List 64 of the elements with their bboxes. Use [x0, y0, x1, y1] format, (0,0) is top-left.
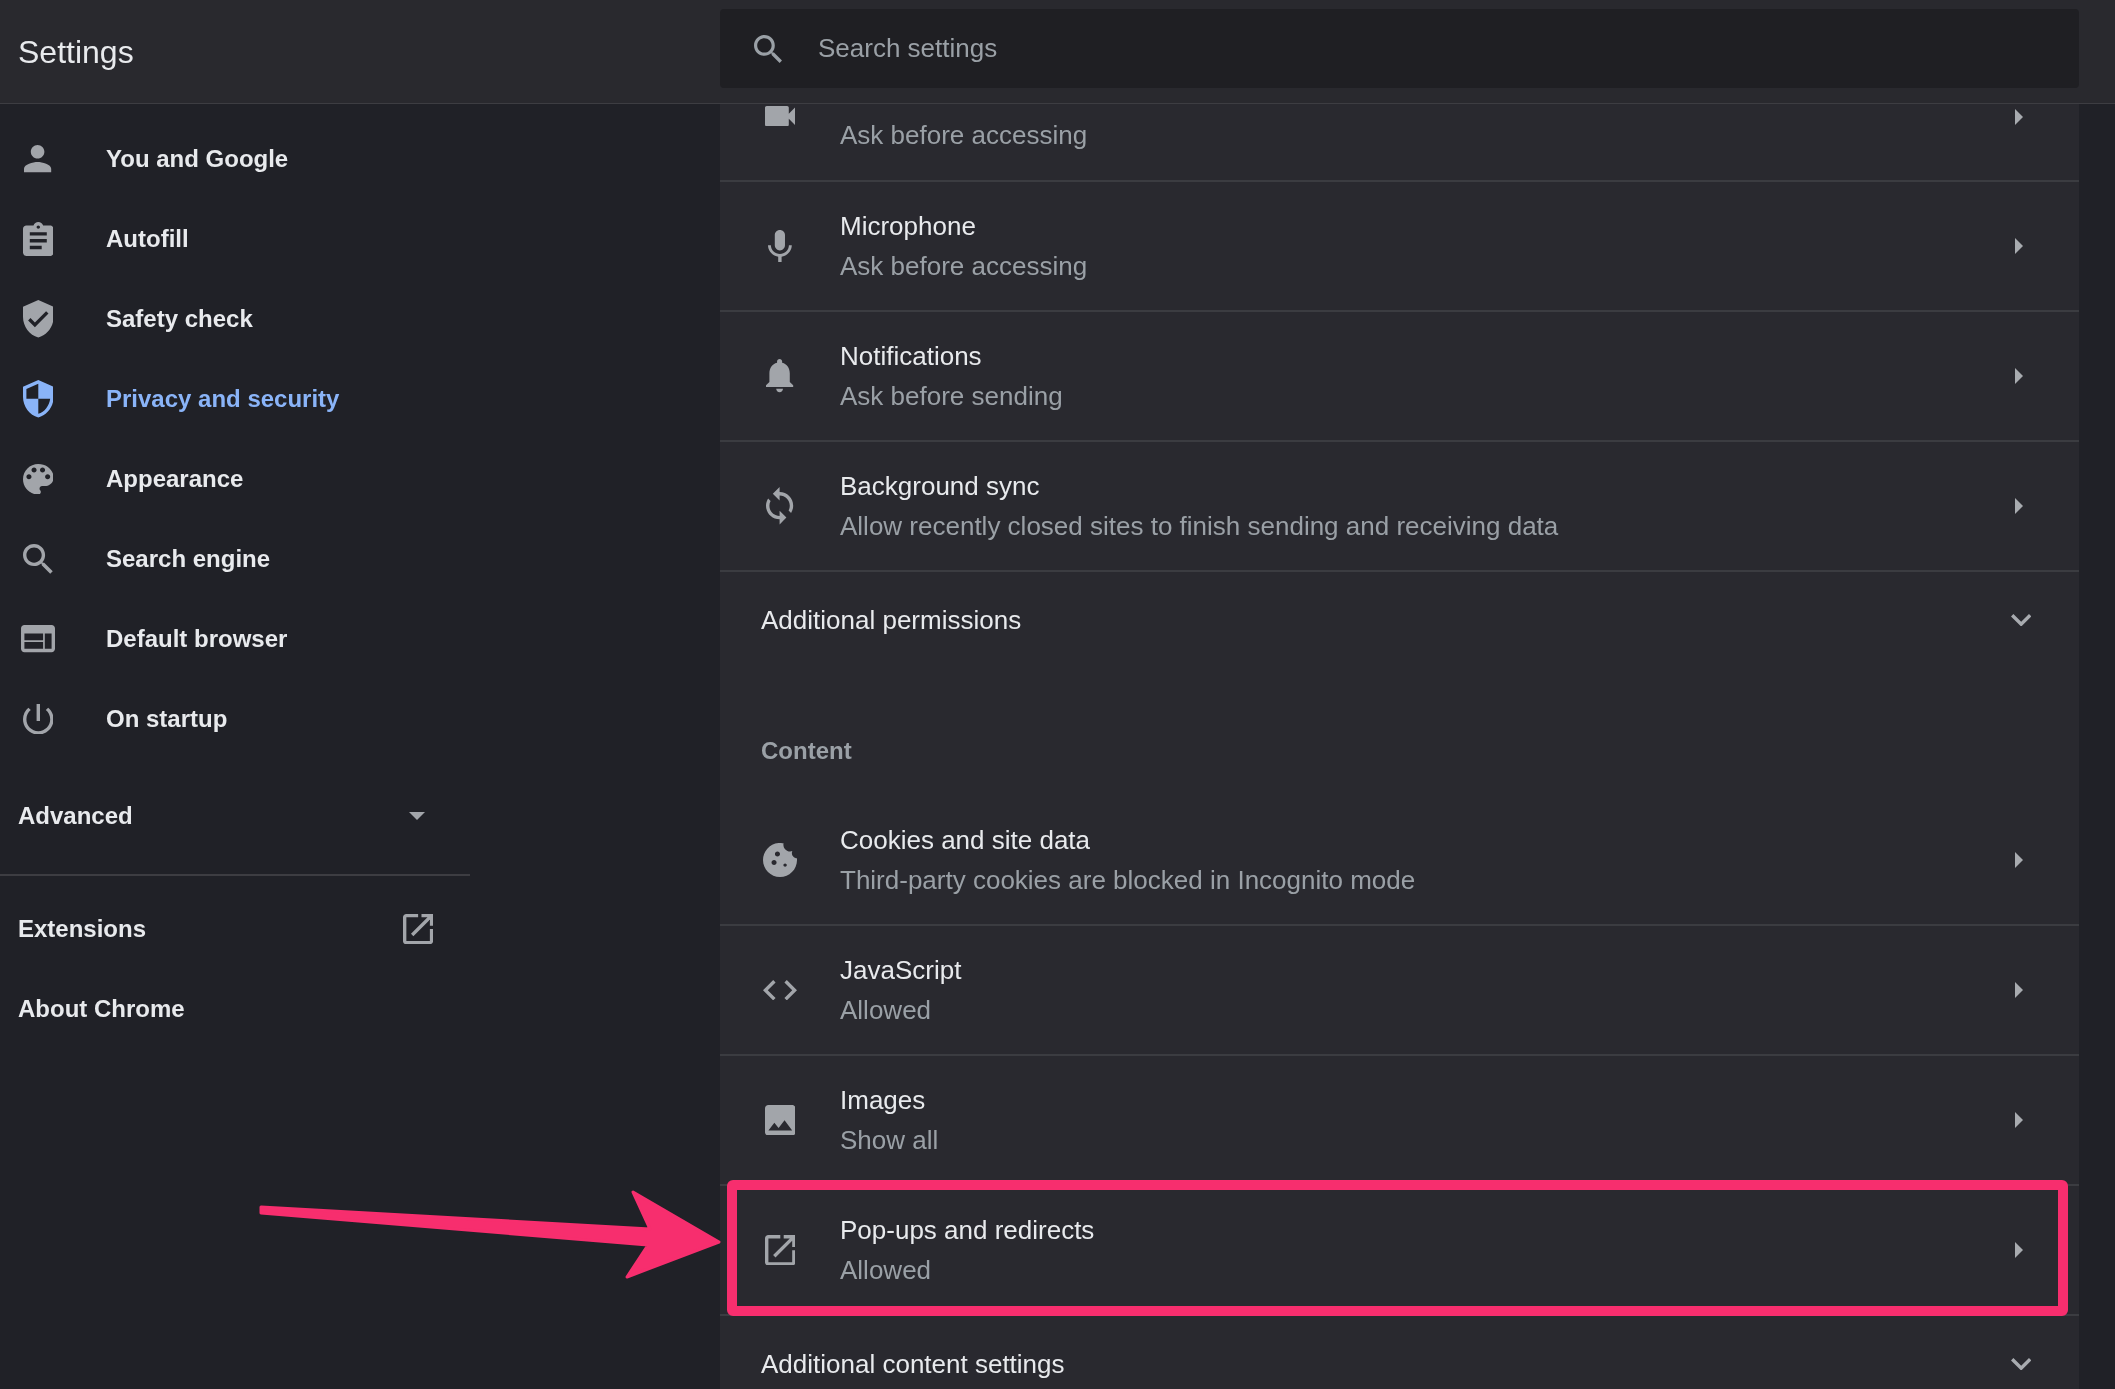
bell-icon: [766, 359, 794, 393]
setting-title: Cookies and site data: [840, 824, 1091, 857]
setting-title: JavaScript: [840, 954, 962, 987]
page-title: Settings: [18, 32, 134, 72]
setting-subtitle: Ask before accessing: [840, 119, 1088, 152]
microphone-icon: [768, 229, 792, 263]
shield-check-icon: [22, 300, 54, 338]
sidebar-item[interactable]: Safety check: [0, 279, 470, 359]
caret-right-icon: [2015, 498, 2023, 514]
shield-icon: [22, 380, 54, 418]
setting-subtitle: Third-party cookies are blocked in Incognito mode: [840, 864, 1416, 897]
caret-right-icon: [2015, 368, 2023, 384]
video-camera-icon: [764, 105, 796, 127]
open-in-new-icon: [402, 913, 433, 945]
sidebar-item[interactable]: You and Google: [0, 119, 470, 199]
open-in-new-icon: [764, 1234, 796, 1266]
sidebar-link[interactable]: Extensions: [0, 889, 470, 969]
caret-right-icon: [2015, 1242, 2023, 1258]
setting-title: Pop-ups and redirects: [840, 1214, 1095, 1247]
code-icon: [763, 979, 797, 1001]
setting-subtitle: Ask before accessing: [840, 250, 1088, 283]
caret-right-icon: [2015, 852, 2023, 868]
cookie-icon: [763, 843, 797, 877]
setting-title: Background sync: [840, 470, 1040, 503]
clipboard-icon: [22, 222, 54, 256]
setting-row[interactable]: Microphone Ask before accessing: [720, 182, 2079, 312]
search-icon: [754, 34, 782, 63]
advanced-toggle[interactable]: Advanced: [0, 776, 470, 856]
setting-subtitle: Ask before sending: [840, 380, 1063, 413]
expander-row[interactable]: Additional permissions: [720, 572, 2079, 668]
setting-row[interactable]: Ask before accessing: [720, 104, 2079, 182]
sidebar-item[interactable]: On startup: [0, 679, 470, 759]
sync-icon: [766, 487, 794, 525]
sidebar-item[interactable]: Privacy and security: [0, 359, 470, 439]
setting-row[interactable]: Cookies and site data Third-party cookies are blocked in Incognito mode: [720, 796, 2079, 926]
sidebar-item[interactable]: Autofill: [0, 199, 470, 279]
person-icon: [24, 145, 52, 173]
palette-icon: [22, 463, 54, 495]
setting-row[interactable]: Notifications Ask before sending: [720, 312, 2079, 442]
caret-right-icon: [2015, 982, 2023, 998]
setting-subtitle: Show all: [840, 1124, 939, 1157]
power-icon: [22, 703, 54, 735]
sidebar-item[interactable]: Default browser: [0, 599, 470, 679]
section-heading: Content: [761, 736, 852, 766]
expander-row[interactable]: Additional content settings: [720, 1316, 2079, 1389]
setting-subtitle: Allowed: [840, 994, 932, 1027]
setting-title: Notifications: [840, 340, 982, 373]
caret-right-icon: [2015, 238, 2023, 254]
setting-row[interactable]: Images Show all: [720, 1056, 2079, 1186]
image-icon: [764, 1104, 796, 1136]
setting-row[interactable]: Pop-ups and redirects Allowed: [720, 1186, 2079, 1316]
setting-row[interactable]: JavaScript Allowed: [720, 926, 2079, 1056]
search-icon: [23, 544, 53, 574]
setting-title: Images: [840, 1084, 926, 1117]
setting-row[interactable]: Background sync Allow recently closed sites to finish sending and receiving data: [720, 442, 2079, 572]
sidebar-item[interactable]: Appearance: [0, 439, 470, 519]
sidebar-link[interactable]: About Chrome: [0, 969, 470, 1049]
caret-right-icon: [2015, 1112, 2023, 1128]
setting-title: Microphone: [840, 210, 976, 243]
sidebar-item[interactable]: Search engine: [0, 519, 470, 599]
setting-subtitle: Allow recently closed sites to finish sending and receiving data: [840, 510, 1559, 543]
caret-right-icon: [2015, 109, 2023, 125]
browser-window-icon: [21, 625, 55, 653]
setting-subtitle: Allowed: [840, 1254, 932, 1287]
